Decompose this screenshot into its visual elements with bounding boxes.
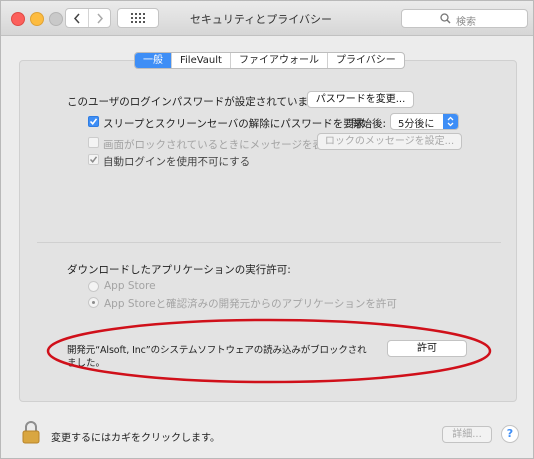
radio-app-store-identified[interactable]	[88, 297, 99, 308]
tab-filevault[interactable]: FileVault	[172, 53, 231, 68]
set-lock-message-button[interactable]: ロックのメッセージを設定...	[317, 133, 462, 150]
search-field[interactable]: 検索	[401, 9, 528, 28]
allow-button[interactable]: 許可	[387, 340, 467, 357]
search-icon	[440, 13, 451, 24]
lock-icon[interactable]	[21, 420, 41, 444]
radio-app-store[interactable]	[88, 281, 99, 292]
forward-button[interactable]	[89, 9, 111, 27]
start-after-label: 開始後:	[351, 118, 387, 130]
zoom-window-button[interactable]	[49, 12, 63, 26]
start-after-select[interactable]: 5分後に	[390, 113, 459, 130]
show-all-button[interactable]	[117, 8, 159, 28]
chevron-left-icon	[73, 13, 80, 23]
window-title: セキュリティとプライバシー	[189, 13, 333, 26]
chevron-right-icon	[97, 13, 104, 23]
checkmark-icon	[89, 118, 98, 126]
security-privacy-window: セキュリティとプライバシー 検索 一般 FileVault ファイアウォール プ…	[0, 0, 534, 459]
start-after-value: 5分後に	[398, 119, 435, 130]
lock-instruction-text: 変更するにはカギをクリックします。	[51, 433, 220, 444]
lock-message-checkbox[interactable]	[88, 137, 99, 148]
back-button[interactable]	[66, 9, 89, 27]
radio-app-store-label: App Store	[104, 280, 156, 292]
require-password-checkbox[interactable]	[88, 116, 99, 127]
navigation-buttons	[65, 8, 111, 28]
tab-firewall[interactable]: ファイアウォール	[231, 53, 328, 68]
checkmark-icon	[89, 156, 98, 163]
tab-bar: 一般 FileVault ファイアウォール プライバシー	[134, 52, 405, 69]
tab-general[interactable]: 一般	[135, 53, 172, 68]
require-password-label: スリープとスクリーンセーバの解除にパスワードを要求	[103, 118, 365, 130]
disable-auto-login-label: 自動ログインを使用不可にする	[103, 156, 251, 168]
disable-auto-login-checkbox[interactable]	[88, 154, 99, 165]
title-bar: セキュリティとプライバシー 検索	[1, 1, 533, 36]
help-button[interactable]: ?	[501, 425, 519, 443]
radio-app-store-identified-label: App Storeと確認済みの開発元からのアプリケーションを許可	[104, 298, 397, 310]
advanced-button[interactable]: 詳細...	[442, 426, 492, 443]
select-arrows-icon	[443, 114, 458, 129]
downloads-heading: ダウンロードしたアプリケーションの実行許可:	[67, 264, 291, 276]
tab-privacy[interactable]: プライバシー	[328, 53, 404, 68]
close-window-button[interactable]	[11, 12, 25, 26]
password-set-text: このユーザのログインパスワードが設定されています	[67, 96, 319, 108]
blocked-software-text-line1: 開発元“Alsoft, Inc”のシステムソフトウェアの読み込みがブロックされ	[67, 345, 367, 356]
section-divider	[37, 242, 501, 243]
change-password-button[interactable]: パスワードを変更...	[307, 91, 414, 108]
blocked-software-text-line2: ました。	[67, 358, 106, 369]
minimize-window-button[interactable]	[30, 12, 44, 26]
search-placeholder: 検索	[456, 17, 476, 28]
lock-message-label: 画面がロックされているときにメッセージを表示	[103, 139, 334, 151]
grid-icon	[131, 13, 145, 23]
